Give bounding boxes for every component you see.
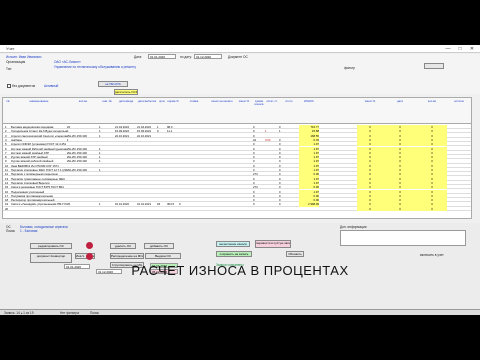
save-record-button[interactable]: сохранить на запись <box>216 251 252 257</box>
issue-os-button[interactable]: Выдача ОС <box>145 253 181 259</box>
update-button[interactable] <box>424 63 444 69</box>
period-label: по дату: <box>180 55 192 59</box>
calc-wear-button[interactable]: вычисление износа <box>216 241 250 247</box>
org-name: ОАО «АС-Лизинг» <box>54 60 81 64</box>
column-header[interactable]: износ % <box>235 99 253 103</box>
add-os-button[interactable]: добавить ОС <box>144 243 174 249</box>
column-header[interactable]: износ на начало <box>209 99 235 103</box>
date-label: Дата: <box>134 55 142 59</box>
edit-os-button[interactable]: редактировать ОС <box>30 243 72 249</box>
checkbox-label: без документов <box>12 84 36 88</box>
status-text: Активный <box>44 84 59 88</box>
column-header[interactable]: ИЗНОС <box>299 99 319 103</box>
doc-label: Документ ОС <box>228 55 248 59</box>
division-name: Управление по техническому обслуживанию … <box>54 65 137 69</box>
minimize-button[interactable]: — <box>442 45 454 53</box>
doc-info-textarea[interactable] <box>340 230 466 246</box>
column-header[interactable]: остат. ст. <box>265 99 279 103</box>
date-from-field[interactable]: 01.01.2020 <box>148 54 176 59</box>
column-header[interactable]: сумма износа <box>253 99 265 106</box>
header-panel: Исполн: Иван Иванович Организация ОАО «А… <box>0 54 480 95</box>
include-check-label: включить в учет <box>420 253 444 257</box>
video-caption: РАСЧЕТ ИЗНОСА В ПРОЦЕНТАХ <box>131 263 349 278</box>
table-cell: 0 <box>417 206 447 211</box>
column-header[interactable]: дата ввода <box>115 99 137 103</box>
transfer-inv-button[interactable]: перевести в пустую запись инвентарного н… <box>255 240 291 248</box>
org-label: Организация <box>6 60 26 64</box>
search-label: Поиск <box>6 229 15 233</box>
employee-label: Исполн: Иван Иванович <box>6 55 42 59</box>
user-icon <box>86 253 93 260</box>
column-header[interactable]: дата <box>383 99 417 103</box>
column-header[interactable]: дата выбытия <box>137 99 157 103</box>
print-button[interactable]: на ПЕЧАТЬ <box>98 81 128 87</box>
date-to-field[interactable]: 31.12.2020 <box>194 54 222 59</box>
doc-info-label: Доп. информация <box>340 225 367 229</box>
column-header[interactable]: срок <box>157 99 167 103</box>
column-header[interactable]: наименование <box>11 99 67 103</box>
calc-os-button[interactable]: рассчитать ОС1 <box>114 89 138 95</box>
title-bar: Учет — □ ✕ <box>0 45 480 53</box>
column-header[interactable]: остаток <box>447 99 471 103</box>
close-button[interactable]: ✕ <box>466 45 478 53</box>
assets-table: № наименование кол-во инв. № дата ввода дата … <box>2 97 472 219</box>
table-row[interactable]: 20 0 0 0 <box>3 206 471 211</box>
column-header[interactable]: кол-во <box>67 99 99 103</box>
user-icon <box>86 242 93 249</box>
filter-label: фильтр <box>344 66 355 70</box>
app-window: Учет — □ ✕ Исполн: Иван Иванович Организ… <box>0 45 480 315</box>
doc-converter-button[interactable]: документ Конвертер <box>30 253 72 263</box>
refresh-button[interactable]: Обновить <box>286 251 304 257</box>
table-cell: 0 <box>357 206 383 211</box>
type-label: Тип <box>6 67 12 71</box>
maximize-button[interactable]: □ <box>454 45 466 53</box>
filter-status[interactable]: Нет фильтра <box>60 311 79 315</box>
column-header[interactable]: инв. № <box>99 99 115 103</box>
status-bar: Запись: 14 ◂ 1 из 19 Нет фильтра Поиск <box>0 309 480 315</box>
column-header[interactable]: износ % <box>357 99 383 103</box>
delete-os-button[interactable]: удалить ОС <box>110 243 136 249</box>
column-header[interactable]: норма % <box>167 99 179 103</box>
table-header: № наименование кол-во инв. № дата ввода дата … <box>3 98 471 124</box>
table-cell: 0 <box>383 206 417 211</box>
window-title: Учет <box>6 46 15 51</box>
search-value: 1 - Бытовая <box>20 229 38 233</box>
distribute-mol-button[interactable]: Распределение на МОЛ <box>110 253 144 259</box>
column-header[interactable]: итого <box>279 99 299 103</box>
no-docs-checkbox[interactable] <box>7 84 11 88</box>
column-header[interactable]: кол-во <box>417 99 447 103</box>
search-box[interactable]: Поиск <box>90 311 99 315</box>
table-cell: 20 <box>5 206 9 211</box>
column-header[interactable]: ставка <box>179 99 209 103</box>
record-nav[interactable]: Запись: 14 ◂ 1 из 19 <box>4 311 33 315</box>
